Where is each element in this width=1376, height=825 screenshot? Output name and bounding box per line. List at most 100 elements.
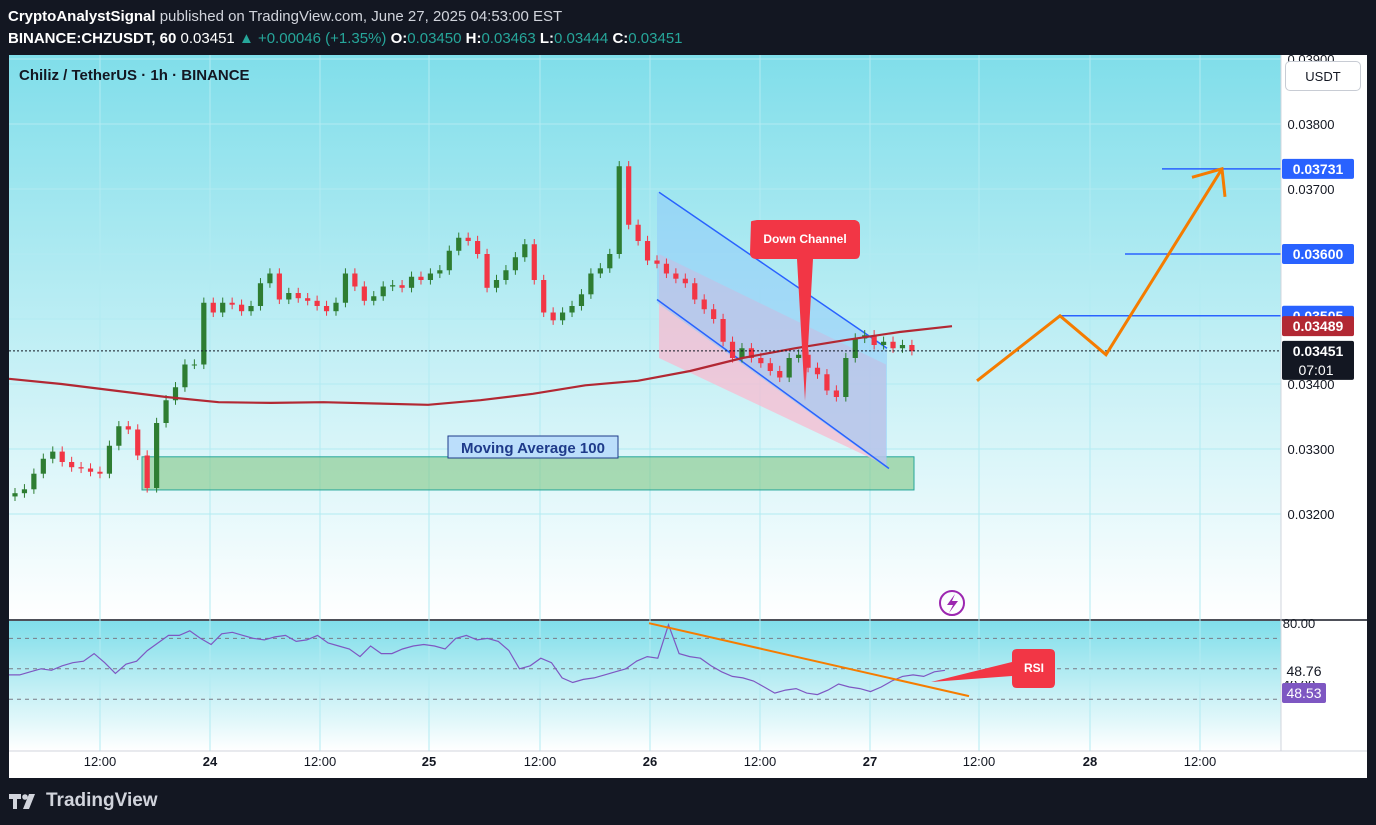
candle-body (531, 244, 537, 280)
candle-body (758, 358, 764, 364)
candle-body (843, 358, 849, 397)
candle-body (116, 426, 122, 446)
candle-body (125, 426, 131, 430)
tradingview-logo[interactable]: TradingView (8, 790, 158, 812)
candle-body (314, 300, 320, 306)
time-tick-label: 12:00 (524, 754, 557, 769)
candle-body (390, 285, 396, 287)
candle-body (408, 276, 415, 288)
candle-body (512, 257, 518, 271)
time-tick-label: 25 (422, 754, 436, 769)
high-label: H: (465, 30, 482, 47)
candle-body (559, 312, 566, 321)
time-tick-label: 12:00 (744, 754, 777, 769)
candle-body (777, 371, 783, 378)
candle-body (880, 341, 887, 345)
candle-body (257, 283, 264, 306)
candle-body (399, 285, 405, 288)
candle-body (909, 345, 915, 351)
candle-body (578, 294, 585, 306)
author-name[interactable]: CryptoAnalystSignal (8, 8, 156, 25)
candle-body (427, 273, 434, 280)
candle-body (720, 319, 726, 342)
candle-body (456, 237, 462, 251)
price-tick-label: 0.03700 (1288, 182, 1335, 197)
candle-body (654, 260, 660, 264)
time-tick-label: 12:00 (1184, 754, 1217, 769)
candle-body (588, 273, 594, 295)
candle-body (644, 241, 651, 261)
low-label: L: (539, 30, 555, 47)
time-tick-label: 27 (863, 754, 877, 769)
high-value: 0.03463 (481, 30, 536, 47)
candle-body (229, 302, 235, 305)
candle-body (626, 166, 632, 225)
candle-body (154, 423, 160, 488)
candle-body (663, 263, 670, 274)
candle-body (323, 306, 330, 312)
candle-body (541, 280, 547, 313)
time-tick-label: 24 (203, 754, 218, 769)
candle-body (635, 224, 641, 241)
candle-body (673, 273, 679, 279)
chart-header: CryptoAnalystSignal published on Trading… (8, 6, 683, 50)
countdown-text: 07:01 (1298, 362, 1333, 378)
time-tick-label: 12:00 (304, 754, 337, 769)
candle-body (50, 451, 56, 459)
candle-body (380, 286, 386, 297)
candle-body (342, 273, 349, 303)
candle-body (69, 462, 75, 468)
candle-body (522, 244, 528, 258)
candle-body (210, 302, 216, 313)
time-tick-label: 12:00 (84, 754, 117, 769)
footer-brand: TradingView (46, 790, 158, 811)
time-tick-label: 26 (643, 754, 657, 769)
candle-body (701, 299, 707, 310)
candle-body (682, 278, 688, 284)
time-tick-label: 12:00 (963, 754, 996, 769)
candle-body (31, 473, 37, 490)
candle-body (852, 338, 858, 358)
candle-body (446, 250, 452, 271)
candle-body (295, 293, 301, 299)
price-tick-label: 0.03300 (1288, 442, 1335, 457)
candle-body (692, 283, 698, 300)
candle-body (899, 345, 906, 349)
ohlc-line: BINANCE:CHZUSDT, 60 0.03451 ▲ +0.00046 (… (8, 28, 683, 50)
price-axis-badge-text: 0.03731 (1293, 161, 1344, 177)
support-zone (141, 456, 915, 491)
candle-body (87, 468, 94, 472)
pane-title: Chiliz / TetherUS · 1h · BINANCE (19, 67, 250, 84)
candle-body (238, 304, 245, 312)
ma-label-text: Moving Average 100 (461, 440, 605, 457)
candle-body (305, 298, 311, 301)
chart-canvas[interactable]: 0.039000.038000.037000.036000.034000.033… (9, 55, 1367, 778)
currency-button[interactable]: USDT (1285, 61, 1361, 91)
candle-body (475, 241, 481, 254)
candle-body (59, 451, 65, 462)
candle-body (267, 273, 273, 284)
symbol-label: BINANCE:CHZUSDT, 60 (8, 30, 177, 47)
price-tick-label: 0.03200 (1288, 507, 1335, 522)
candle-body (739, 348, 745, 358)
chart-frame[interactable]: 0.039000.038000.037000.036000.034000.033… (9, 55, 1367, 778)
candle-body (833, 390, 839, 397)
candle-body (352, 273, 358, 287)
candle-body (418, 276, 424, 280)
low-value: 0.03444 (554, 30, 609, 47)
candle-body (361, 286, 367, 301)
rsi-axis-badge-text: 48.53 (1286, 685, 1321, 701)
price-tick-label: 0.03800 (1288, 117, 1335, 132)
rsi-callout-label: RSI (1024, 661, 1044, 675)
candle-body (767, 363, 773, 371)
close-value: 0.03451 (628, 30, 683, 47)
candle-body (220, 302, 226, 313)
candle-body (597, 268, 603, 274)
open-label: O: (390, 30, 408, 47)
candle-body (484, 254, 490, 288)
candle-body (711, 309, 717, 319)
candle-body (276, 273, 282, 300)
candle-body (191, 364, 197, 366)
rsi-tick-label: 80.00 (1283, 616, 1316, 631)
candle-body (729, 341, 736, 358)
